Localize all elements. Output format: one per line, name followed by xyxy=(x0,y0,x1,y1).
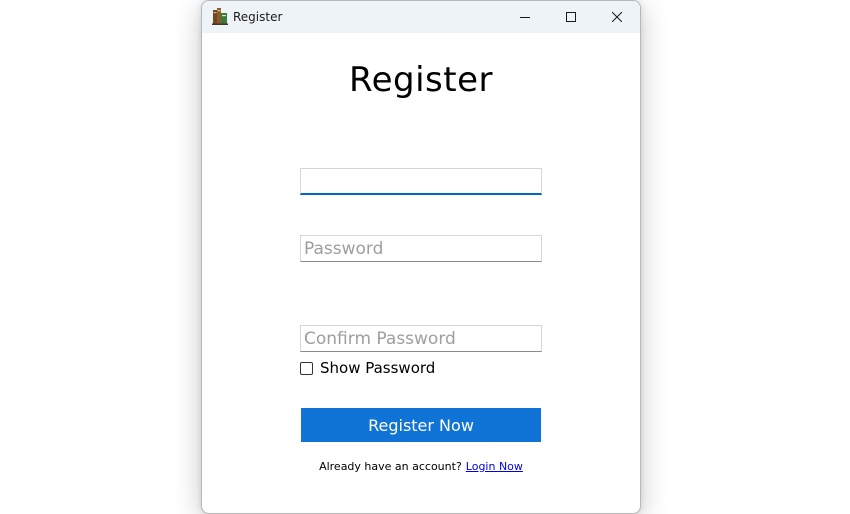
minimize-icon xyxy=(520,12,530,22)
register-window: Register Register Show Password Register… xyxy=(201,0,641,514)
minimize-button[interactable] xyxy=(502,1,548,33)
login-now-link[interactable]: Login Now xyxy=(466,460,523,473)
close-button[interactable] xyxy=(594,1,640,33)
title-bar[interactable]: Register xyxy=(202,1,640,33)
confirm-password-field[interactable] xyxy=(300,325,542,352)
maximize-icon xyxy=(566,12,576,22)
password-field[interactable] xyxy=(300,235,542,262)
show-password-toggle[interactable]: Show Password xyxy=(300,359,435,377)
register-now-button[interactable]: Register Now xyxy=(301,408,541,442)
books-icon xyxy=(212,8,228,25)
page-title: Register xyxy=(349,60,493,100)
maximize-button[interactable] xyxy=(548,1,594,33)
close-icon xyxy=(612,12,622,22)
window-title: Register xyxy=(233,10,283,24)
show-password-checkbox[interactable] xyxy=(300,361,313,375)
show-password-label: Show Password xyxy=(320,359,436,377)
username-field[interactable] xyxy=(300,168,542,195)
login-prompt: Already have an account? Login Now xyxy=(202,459,640,475)
login-prompt-text: Already have an account? xyxy=(319,460,462,473)
